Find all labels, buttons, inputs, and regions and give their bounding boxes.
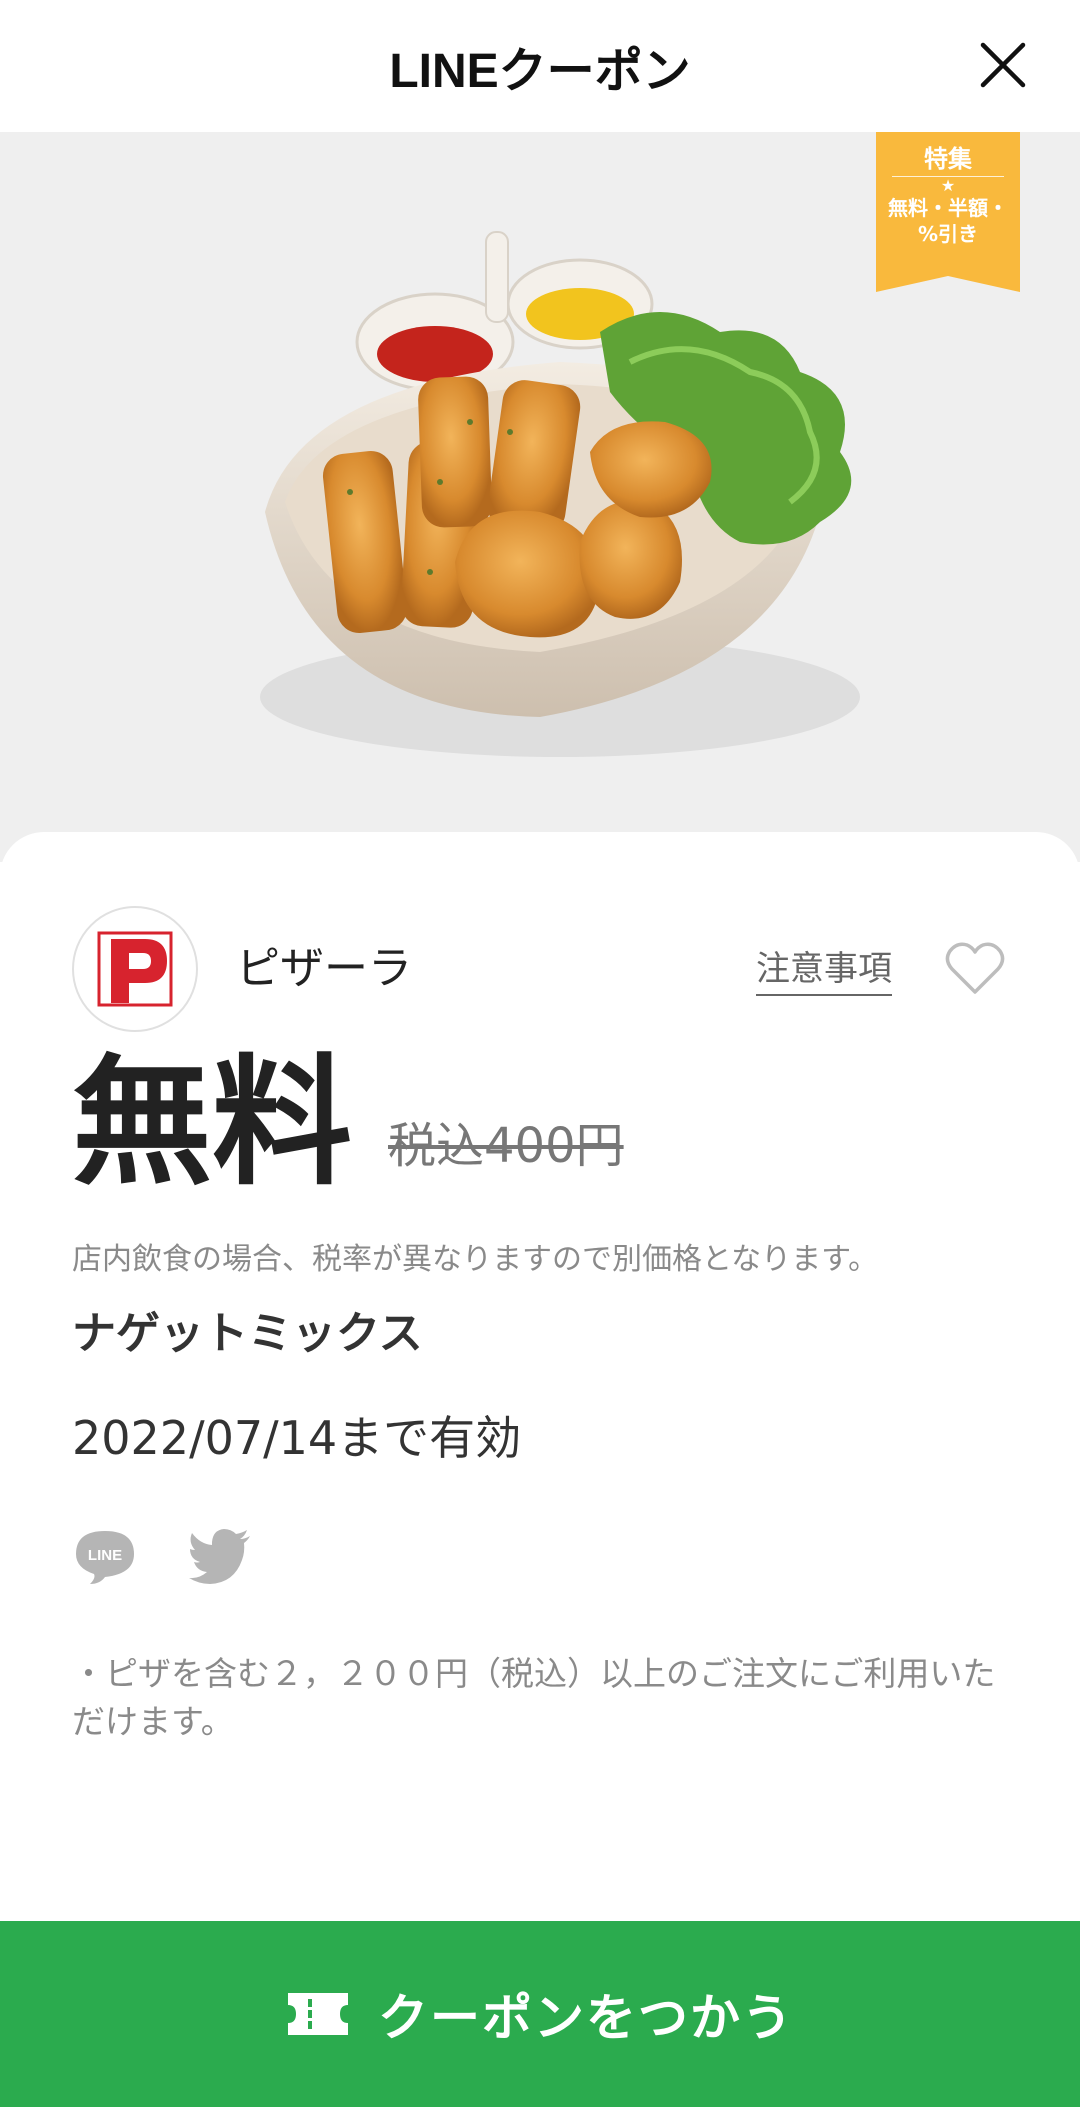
price-main: 無料 — [72, 1042, 353, 1205]
header: LINEクーポン — [0, 0, 1080, 132]
twitter-icon[interactable] — [188, 1528, 254, 1586]
header-title: LINEクーポン — [389, 45, 691, 98]
close-button[interactable] — [968, 30, 1038, 100]
badge-title: 特集 — [924, 145, 972, 173]
coupon-screen: LINEクーポン 特集 ★ 無料・半額・%引き ピザーラ 注意事項 無料 税込4… — [0, 0, 1080, 2107]
heart-outline-icon — [945, 942, 1005, 994]
line-share-label: LINE — [88, 1547, 122, 1564]
feature-badge[interactable]: 特集 ★ 無料・半額・%引き — [876, 132, 1020, 292]
shop-row: ピザーラ 注意事項 — [72, 906, 1012, 1032]
coupon-card: ピザーラ 注意事項 無料 税込400円 店内飲食の場合、税率が異なりますので別価… — [0, 832, 1080, 1922]
valid-until: 2022/07/14まで有効 — [72, 1411, 522, 1465]
line-share-icon[interactable]: LINE — [72, 1528, 138, 1586]
tax-note: 店内飲食の場合、税率が異なりますので別価格となります。 — [72, 1242, 879, 1277]
price-row: 無料 税込400円 — [72, 1044, 1012, 1204]
shop-logo — [72, 906, 198, 1032]
shop-name: ピザーラ — [236, 943, 412, 994]
badge-text: 無料・半額・%引き — [888, 196, 1008, 246]
ticket-icon — [288, 1993, 348, 2035]
use-coupon-button[interactable]: クーポンをつかう — [0, 1921, 1080, 2107]
share-row: LINE — [72, 1522, 372, 1592]
use-coupon-label: クーポンをつかう — [378, 1989, 794, 2047]
hero-image: 特集 ★ 無料・半額・%引き — [0, 132, 1080, 862]
notes-link[interactable]: 注意事項 — [756, 946, 892, 996]
item-name: ナゲットミックス — [72, 1308, 423, 1359]
price-original: 税込400円 — [388, 1118, 624, 1174]
pizzala-logo-icon — [97, 931, 173, 1007]
close-icon — [980, 42, 1026, 88]
favorite-button[interactable] — [942, 936, 1008, 1002]
badge-star: ★ — [892, 176, 1004, 194]
usage-condition: ・ピザを含む２，２００円（税込）以上のご注文にご利用いただけます。 — [72, 1654, 996, 1741]
